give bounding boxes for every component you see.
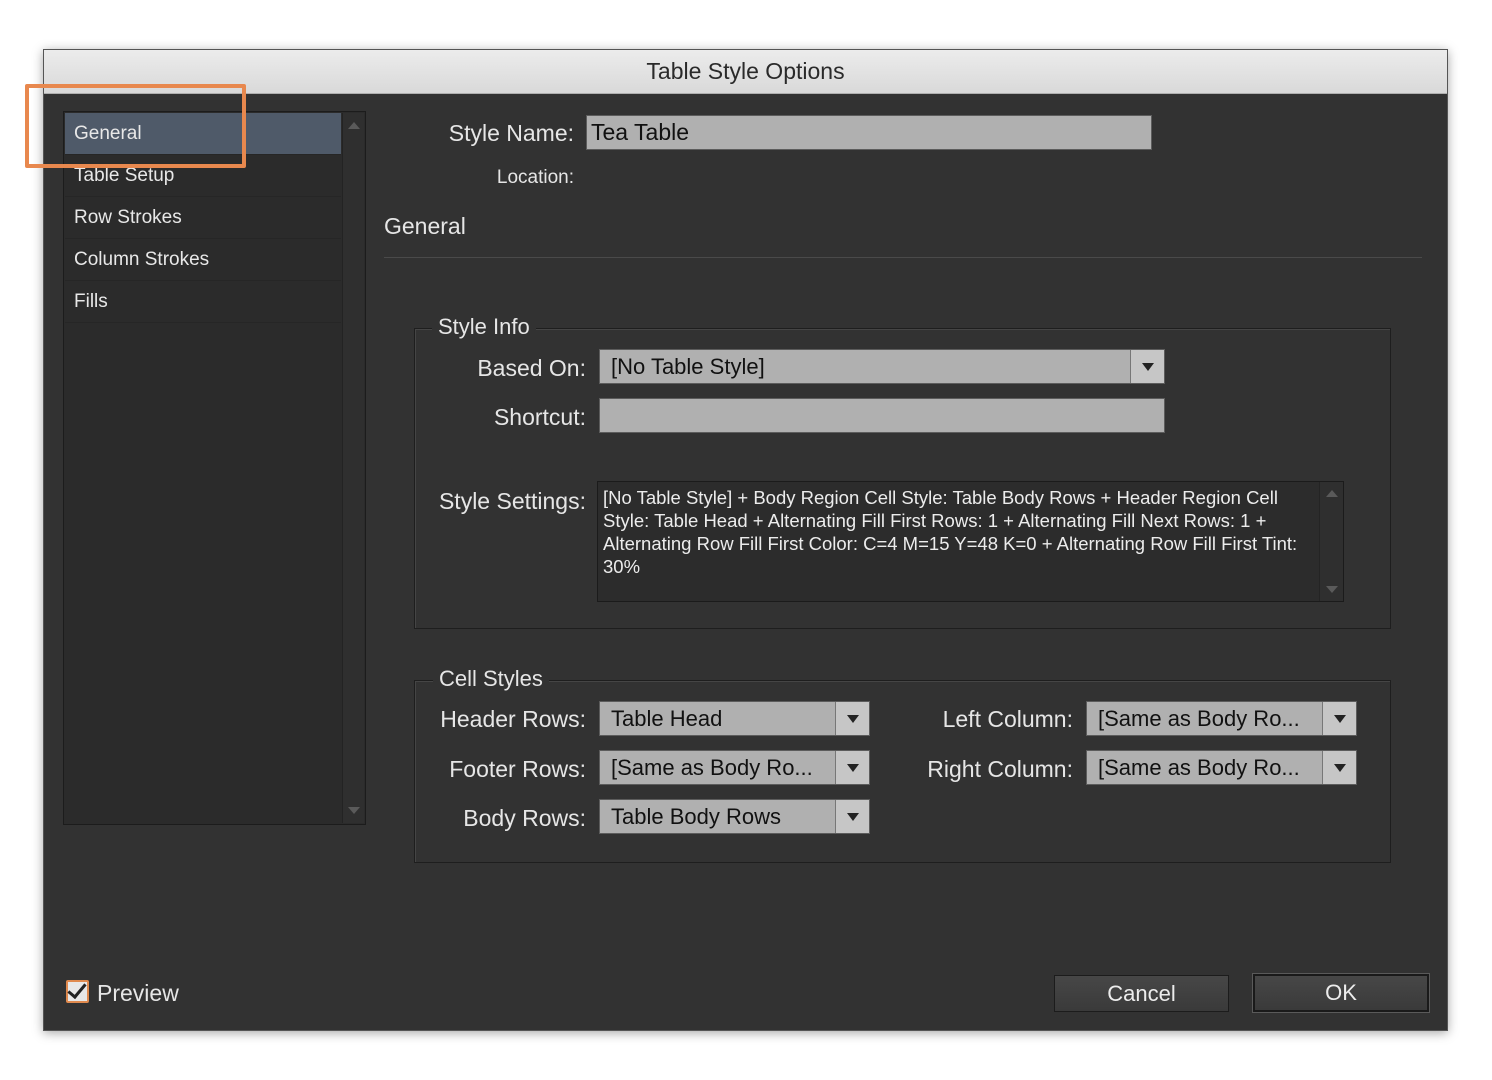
right-column-label: Right Column: <box>927 756 1073 782</box>
cell-styles-title: Cell Styles <box>433 666 549 692</box>
title-bar[interactable]: Table Style Options <box>44 50 1447 94</box>
style-name-label: Style Name: <box>448 120 574 146</box>
dropdown-button[interactable] <box>1130 350 1164 383</box>
section-divider <box>384 257 1422 258</box>
scroll-down-icon[interactable] <box>1326 586 1338 593</box>
sidebar-item-fills[interactable]: Fills <box>65 281 341 323</box>
based-on-dropdown[interactable]: [No Table Style] <box>599 349 1165 384</box>
checkmark-icon <box>67 978 87 1000</box>
sidebar-item-general[interactable]: General <box>65 113 341 155</box>
location-label: Location: <box>496 167 574 188</box>
based-on-value: [No Table Style] <box>611 353 765 379</box>
right-column-dropdown[interactable]: [Same as Body Ro... <box>1086 750 1357 785</box>
body-rows-label: Body Rows: <box>463 805 586 831</box>
footer-rows-dropdown[interactable]: [Same as Body Ro... <box>599 750 870 785</box>
footer-rows-label: Footer Rows: <box>449 756 586 782</box>
header-rows-value: Table Head <box>611 705 723 731</box>
window-title: Table Style Options <box>646 58 845 84</box>
scroll-up-icon[interactable] <box>348 122 360 129</box>
sidebar-item-label: Column Strokes <box>74 248 210 270</box>
style-name-input[interactable]: Tea Table <box>586 115 1152 150</box>
left-column-label: Left Column: <box>942 706 1073 732</box>
sidebar-item-label: General <box>74 122 142 144</box>
section-title: General <box>384 213 466 239</box>
table-style-options-dialog: Table Style Options General Table Setup … <box>43 49 1448 1031</box>
style-settings-label: Style Settings: <box>438 488 586 514</box>
sidebar-item-column-strokes[interactable]: Column Strokes <box>65 239 341 281</box>
scroll-up-icon[interactable] <box>1326 490 1338 497</box>
cancel-button[interactable]: Cancel <box>1054 975 1229 1012</box>
footer-rows-value: [Same as Body Ro... <box>611 754 813 780</box>
left-column-dropdown[interactable]: [Same as Body Ro... <box>1086 701 1357 736</box>
style-settings-box[interactable]: [No Table Style] + Body Region Cell Styl… <box>597 481 1344 602</box>
body-rows-dropdown[interactable]: Table Body Rows <box>599 799 870 834</box>
style-settings-text: [No Table Style] + Body Region Cell Styl… <box>603 487 1298 577</box>
style-info-title: Style Info <box>432 314 536 340</box>
scroll-down-icon[interactable] <box>348 807 360 814</box>
right-column-value: [Same as Body Ro... <box>1098 754 1300 780</box>
chevron-down-icon <box>846 714 859 723</box>
left-column-value: [Same as Body Ro... <box>1098 705 1300 731</box>
sidebar-item-label: Table Setup <box>74 164 175 186</box>
category-list: General Table Setup Row Strokes Column S… <box>63 111 366 825</box>
sidebar-item-label: Fills <box>74 290 108 312</box>
dropdown-button[interactable] <box>1322 751 1356 784</box>
shortcut-input[interactable] <box>599 398 1165 433</box>
dropdown-button[interactable] <box>835 800 869 833</box>
dropdown-button[interactable] <box>1322 702 1356 735</box>
sidebar-item-row-strokes[interactable]: Row Strokes <box>65 197 341 239</box>
sidebar-scrollbar[interactable] <box>342 113 364 823</box>
header-rows-dropdown[interactable]: Table Head <box>599 701 870 736</box>
style-settings-scrollbar[interactable] <box>1319 482 1343 601</box>
preview-checkbox[interactable] <box>66 978 89 1003</box>
chevron-down-icon <box>1333 714 1346 723</box>
chevron-down-icon <box>1141 362 1154 371</box>
chevron-down-icon <box>1333 763 1346 772</box>
sidebar-item-table-setup[interactable]: Table Setup <box>65 155 341 197</box>
ok-button[interactable]: OK <box>1253 974 1429 1012</box>
shortcut-label: Shortcut: <box>493 404 586 430</box>
dropdown-button[interactable] <box>835 702 869 735</box>
preview-label[interactable]: Preview <box>97 980 179 1007</box>
sidebar-item-label: Row Strokes <box>74 206 182 228</box>
header-rows-label: Header Rows: <box>440 706 586 732</box>
dropdown-button[interactable] <box>835 751 869 784</box>
based-on-label: Based On: <box>477 355 586 381</box>
chevron-down-icon <box>846 812 859 821</box>
body-rows-value: Table Body Rows <box>611 803 781 829</box>
chevron-down-icon <box>846 763 859 772</box>
